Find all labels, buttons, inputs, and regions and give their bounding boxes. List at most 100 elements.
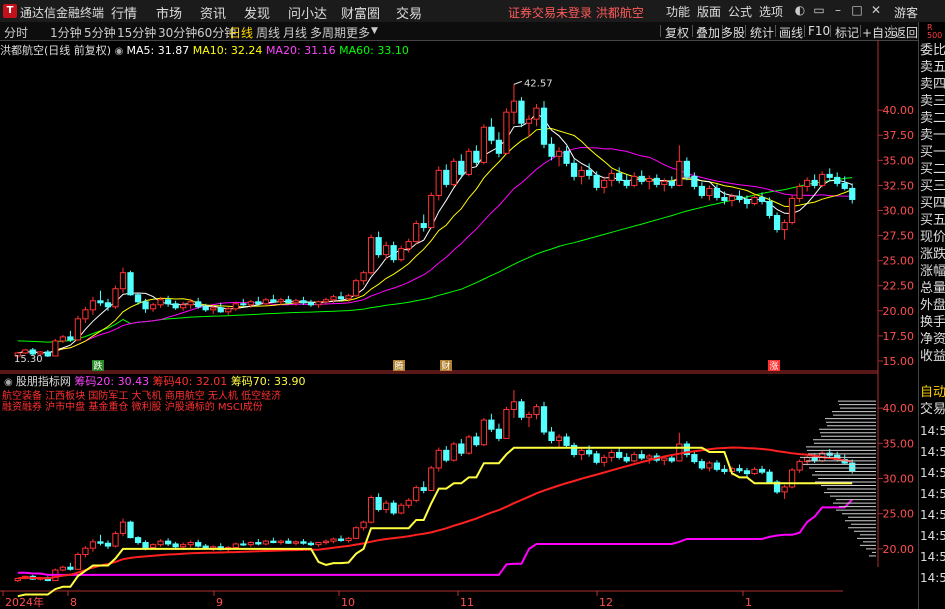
candle [292, 300, 300, 304]
restore-rights-button[interactable]: 复权 [665, 24, 689, 41]
tab-intraday[interactable]: 分时 [4, 24, 28, 41]
concept-tags: 航空装备 江西板块 国防军工 大飞机 商用航空 无人机 低空经济 融资融券 沪市… [2, 391, 281, 413]
quote-label-18[interactable]: 收益 [920, 349, 945, 364]
event-mark-rise: 腾 [394, 360, 403, 372]
sub-candle [367, 497, 375, 523]
tab-1min[interactable]: 1分钟 [50, 24, 82, 41]
sub-candle [292, 541, 300, 544]
sub-candle [548, 431, 555, 441]
tab-5min[interactable]: 5分钟 [84, 24, 116, 41]
quote-label-9[interactable]: 买四 [920, 196, 945, 211]
skin-icon[interactable]: ◐ [793, 3, 807, 17]
candle [104, 302, 112, 308]
candle [525, 118, 533, 124]
main-axis-label: 20.00 [883, 305, 915, 318]
menu-options[interactable]: 选项 [759, 3, 783, 20]
sub-candle [743, 470, 751, 475]
risk-badge: R 500 [927, 23, 943, 40]
more-chevron-icon[interactable]: ▼ [371, 26, 378, 36]
quote-label-10[interactable]: 买五 [920, 213, 945, 228]
restore-icon[interactable]: ▭ [812, 3, 826, 17]
menu-item-ask[interactable]: 问小达 [288, 3, 327, 22]
sub-candle [585, 449, 593, 455]
candle [578, 169, 585, 177]
statistics-button[interactable]: 统计 [750, 24, 774, 41]
tick-time: 14:5 [920, 529, 945, 543]
sub-candle [623, 456, 630, 462]
menu-formula[interactable]: 公式 [728, 3, 752, 20]
tab-multi-period[interactable]: 多周期 [310, 24, 346, 41]
drawing-button[interactable]: 画线 [779, 24, 803, 41]
sub-candle [781, 486, 788, 493]
quote-label-4[interactable]: 卖二 [920, 111, 945, 126]
f10-button[interactable]: F10 [808, 24, 830, 38]
quote-label-11[interactable]: 现价 [920, 230, 945, 245]
candle [616, 172, 623, 181]
quote-label-5[interactable]: 卖一 [920, 128, 945, 143]
quote-label-16[interactable]: 换手 [920, 315, 945, 330]
quote-label-1[interactable]: 卖五 [920, 60, 945, 75]
candle [766, 200, 773, 217]
candle [788, 197, 796, 224]
sub-axis-label: 30.00 [883, 473, 915, 486]
chip20-line [17, 498, 853, 576]
quote-label-0[interactable]: 委比 [920, 43, 945, 58]
candle [367, 237, 375, 274]
sub-candle [202, 545, 209, 549]
quote-label-8[interactable]: 买三 [920, 179, 945, 194]
candle [360, 272, 367, 282]
tab-15min[interactable]: 15分钟 [117, 24, 156, 41]
menu-item-quotes[interactable]: 行情 [111, 3, 137, 22]
quote-label-14[interactable]: 总量 [920, 281, 945, 296]
main-axis-label: 22.50 [883, 280, 915, 293]
candle [330, 296, 337, 301]
back-button[interactable]: 返回 [894, 24, 918, 41]
overlay-button[interactable]: 叠加 [696, 24, 720, 41]
tab-monthly[interactable]: 月线 [283, 24, 307, 41]
main-axis-label: 40.00 [883, 104, 915, 117]
ma60-line [17, 177, 853, 343]
tab-30min[interactable]: 30分钟 [158, 24, 197, 41]
tab-more[interactable]: 更多 [346, 24, 370, 41]
sub-candle [465, 436, 472, 454]
sub-candle [300, 541, 307, 544]
menu-item-trade[interactable]: 交易 [396, 3, 422, 22]
quote-label-2[interactable]: 卖四 [920, 77, 945, 92]
kline-chart[interactable]: 40.00 37.50 35.00 32.50 30.00 27.50 25.00 22.50… [0, 40, 918, 609]
close-icon[interactable]: ✕ [869, 3, 883, 17]
candle [315, 301, 322, 306]
mark-button[interactable]: 标记 [835, 24, 859, 41]
multi-stock-button[interactable]: 多股 [721, 24, 745, 41]
candle [240, 303, 247, 306]
menu-function[interactable]: 功能 [666, 3, 690, 20]
menu-item-news[interactable]: 资讯 [200, 3, 226, 22]
candle [74, 318, 82, 341]
quote-label-15[interactable]: 外盘 [920, 298, 945, 313]
user-label[interactable]: 游客 [894, 4, 918, 21]
sub-candle [473, 436, 480, 446]
menu-item-wealth[interactable]: 财富圈 [341, 3, 380, 22]
sub-candle [480, 419, 487, 446]
maximize-icon[interactable]: □ [850, 3, 864, 17]
menu-item-market[interactable]: 市场 [156, 3, 182, 22]
menu-layout[interactable]: 版面 [697, 3, 721, 20]
candle [683, 160, 690, 177]
divider [692, 25, 693, 37]
quote-label-17[interactable]: 净资 [920, 332, 945, 347]
quote-label-12[interactable]: 涨跌 [920, 247, 945, 262]
quote-label-13[interactable]: 涨幅 [920, 264, 945, 279]
trade-label[interactable]: 交易 [920, 402, 945, 417]
sub-settings-icon[interactable]: ◉ [4, 377, 16, 388]
tab-daily[interactable]: 日线 [229, 24, 253, 41]
quote-label-7[interactable]: 买二 [920, 162, 945, 177]
minimize-icon[interactable]: – [831, 3, 845, 17]
login-warning[interactable]: 证券交易未登录 洪都航空 [508, 4, 644, 21]
sub-candle [518, 401, 525, 418]
auto-label[interactable]: 自动 [920, 385, 945, 400]
menu-item-discover[interactable]: 发现 [244, 3, 270, 22]
sub-candle [104, 542, 112, 547]
quote-label-6[interactable]: 买一 [920, 145, 945, 160]
sub-candle [67, 566, 74, 570]
tab-weekly[interactable]: 周线 [256, 24, 280, 41]
quote-label-3[interactable]: 卖三 [920, 94, 945, 109]
